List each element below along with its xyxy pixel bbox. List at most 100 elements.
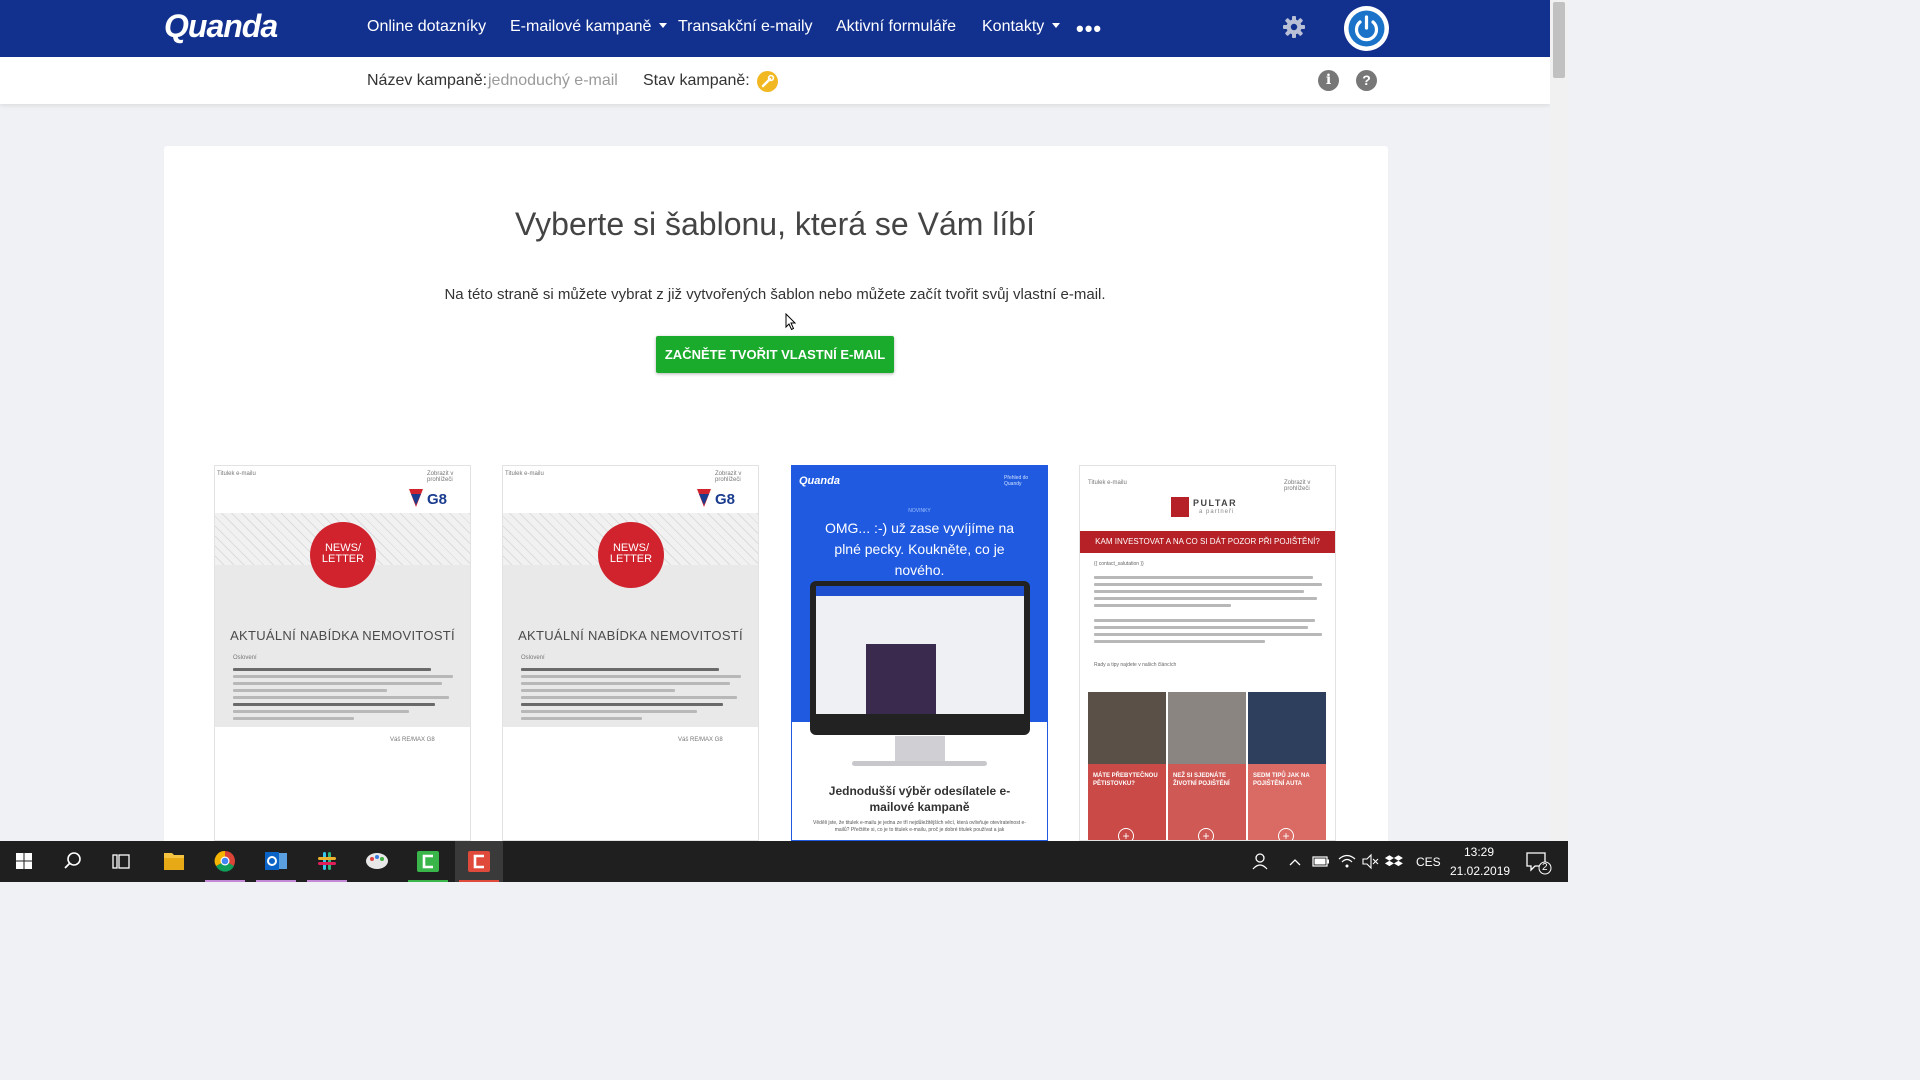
running-indicator (408, 880, 448, 882)
template-heading: AKTUÁLNÍ NABÍDKA NEMOVITOSTÍ (518, 628, 743, 643)
task-view-icon (112, 854, 130, 869)
volume-button[interactable] (1360, 841, 1380, 882)
template-header-left: Titulek e-mailu (505, 471, 544, 477)
input-language[interactable]: CES (1416, 855, 1441, 869)
plus-icon: + (1118, 828, 1134, 840)
template-signature: Váš RE/MAX G8 (390, 737, 435, 743)
monitor-screen (816, 586, 1024, 714)
running-indicator (256, 880, 296, 882)
account-button[interactable] (1344, 6, 1389, 51)
gear-icon[interactable] (1282, 15, 1306, 39)
campaign-name-label: Název kampaně: (367, 72, 488, 89)
template-header-right: Přehled do Quandy (1004, 475, 1029, 487)
article-column: NEŽ SI SJEDNÁTE ŽIVOTNÍ POJIŠTĚNÍ + (1168, 692, 1246, 840)
network-button[interactable] (1336, 841, 1358, 882)
taskbar-chrome[interactable] (201, 841, 249, 882)
article-title: NEŽ SI SJEDNÁTE ŽIVOTNÍ POJIŠTĚNÍ (1173, 773, 1230, 787)
taskbar-paint[interactable] (353, 841, 401, 882)
clock-date[interactable]: 21.02.2019 (1450, 864, 1510, 878)
article-title: SEDM TIPŮ JAK NA POJIŠTĚNÍ AUTA (1253, 773, 1310, 787)
help-icon[interactable]: ? (1356, 70, 1377, 91)
quanda-logo[interactable]: Quanda (164, 8, 278, 45)
outlook-icon (265, 852, 287, 870)
battery-button[interactable] (1310, 841, 1332, 882)
nav-online-surveys[interactable]: Online dotazníky (367, 18, 486, 36)
tray-overflow-button[interactable] (1286, 841, 1304, 882)
info-icon[interactable]: i (1318, 70, 1339, 91)
taskbar-camtasia-red[interactable] (455, 841, 503, 882)
template-signature: Váš RE/MAX G8 (678, 737, 723, 743)
template-card-quanda[interactable]: Quanda Přehled do Quandy NOVINKY OMG... … (791, 465, 1048, 841)
template-salutation: {{ contact_salutation }} (1094, 561, 1144, 567)
remax-logo: G8 (407, 487, 457, 509)
create-own-email-button[interactable]: ZAČNĚTE TVOŘIT VLASTNÍ E-MAIL (656, 336, 894, 373)
dropbox-button[interactable] (1384, 841, 1404, 882)
template-card-remax-1[interactable]: Titulek e-mailu Zobrazit v prohlížeči G8… (214, 465, 471, 841)
pultar-brand-name: PULTAR (1193, 498, 1238, 508)
page-scrollbar[interactable] (1550, 0, 1568, 841)
nav-transactional-emails[interactable]: Transakční e-maily (678, 18, 813, 36)
template-heading: OMG... :-) už zase vyvíjíme na plné peck… (824, 520, 1015, 578)
remax-brand-text: G8 (715, 491, 735, 508)
template-header-right: Zobrazit v prohlížeči (715, 471, 742, 483)
template-header-right: Zobrazit v prohlížeči (427, 471, 454, 483)
chrome-icon (214, 850, 235, 872)
monitor-photo (866, 644, 936, 714)
campaign-name-value[interactable]: jednoduchý e-mail (488, 72, 618, 90)
template-heading: AKTUÁLNÍ NABÍDKA NEMOVITOSTÍ (230, 628, 455, 643)
monitor-illustration (810, 581, 1030, 735)
campaign-status-label: Stav kampaně: (643, 72, 750, 89)
monitor-stand (895, 736, 945, 762)
remax-brand-text: G8 (427, 491, 447, 508)
taskbar-outlook[interactable] (252, 841, 300, 882)
more-menu-button[interactable]: ••• (1076, 16, 1102, 42)
template-closing: Rady a tipy najdete v našich článcích (1094, 662, 1177, 668)
scrollbar-thumb[interactable] (1553, 2, 1565, 78)
nav-email-campaigns[interactable]: E-mailové kampaně (510, 18, 668, 36)
start-button[interactable] (0, 841, 48, 882)
taskbar-file-explorer[interactable] (150, 841, 198, 882)
template-header-left: Titulek e-mailu (217, 471, 256, 477)
template-header-left: Titulek e-mailu (1088, 480, 1127, 486)
action-center-button[interactable]: 2 (1520, 841, 1560, 882)
chevron-up-icon (1289, 859, 1301, 866)
nav-active-forms[interactable]: Aktivní formuláře (836, 18, 956, 36)
wifi-icon (1338, 854, 1356, 868)
notifications-icon (1526, 852, 1552, 875)
battery-icon (1312, 856, 1329, 867)
status-badge (757, 71, 778, 92)
task-view-button[interactable] (97, 841, 145, 882)
search-button[interactable] (48, 841, 96, 882)
people-button[interactable] (1248, 841, 1274, 882)
template-banner: KAM INVESTOVAT A NA CO SI DÁT POZOR PŘI … (1080, 531, 1335, 553)
notification-count: 2 (1542, 862, 1548, 873)
wrench-icon (761, 74, 775, 88)
remax-hero: NEWS/ LETTER AKTUÁLNÍ NABÍDKA NEMOVITOST… (215, 513, 470, 743)
campaign-bar: Název kampaně: jednoduchý e-mail Stav ka… (0, 57, 1550, 104)
clock-time[interactable]: 13:29 (1464, 845, 1494, 859)
volume-muted-icon (1362, 853, 1379, 870)
article-column: MÁTE PŘEBYTEČNOU PĚTISTOVKU? + (1088, 692, 1166, 840)
windows-taskbar: CES 13:29 21.02.2019 2 (0, 841, 1568, 882)
nav-contacts-label: Kontakty (982, 18, 1045, 35)
camtasia-red-icon (468, 851, 490, 872)
power-icon (1348, 10, 1385, 47)
template-body: Věděli jste, že titulek e-mailu je jedna… (813, 820, 1026, 833)
taskbar-slack[interactable] (303, 841, 351, 882)
top-navigation: Quanda Online dotazníky E-mailové kampan… (0, 0, 1550, 57)
taskbar-camtasia-green[interactable] (404, 841, 452, 882)
nav-contacts[interactable]: Kontakty (982, 18, 1061, 36)
nav-email-campaigns-label: E-mailové kampaně (510, 18, 652, 35)
remax-hero: NEWS/ LETTER AKTUÁLNÍ NABÍDKA NEMOVITOST… (503, 513, 758, 743)
pultar-logo: PULTAR a partneři (1171, 497, 1261, 519)
plus-icon: + (1198, 828, 1214, 840)
chevron-down-icon (1052, 23, 1061, 28)
windows-icon (16, 853, 32, 869)
search-icon (64, 852, 81, 869)
article-column: SEDM TIPŮ JAK NA POJIŠTĚNÍ AUTA + (1248, 692, 1326, 840)
running-indicator (459, 880, 499, 882)
page-title: Vyberte si šablonu, která se Vám líbí (515, 206, 1035, 242)
template-card-pultar[interactable]: Titulek e-mailu Zobrazit v prohlížeči PU… (1079, 465, 1336, 841)
page-subtitle: Na této straně si můžete vybrat z již vy… (444, 286, 1106, 303)
template-card-remax-2[interactable]: Titulek e-mailu Zobrazit v prohlížeči G8… (502, 465, 759, 841)
